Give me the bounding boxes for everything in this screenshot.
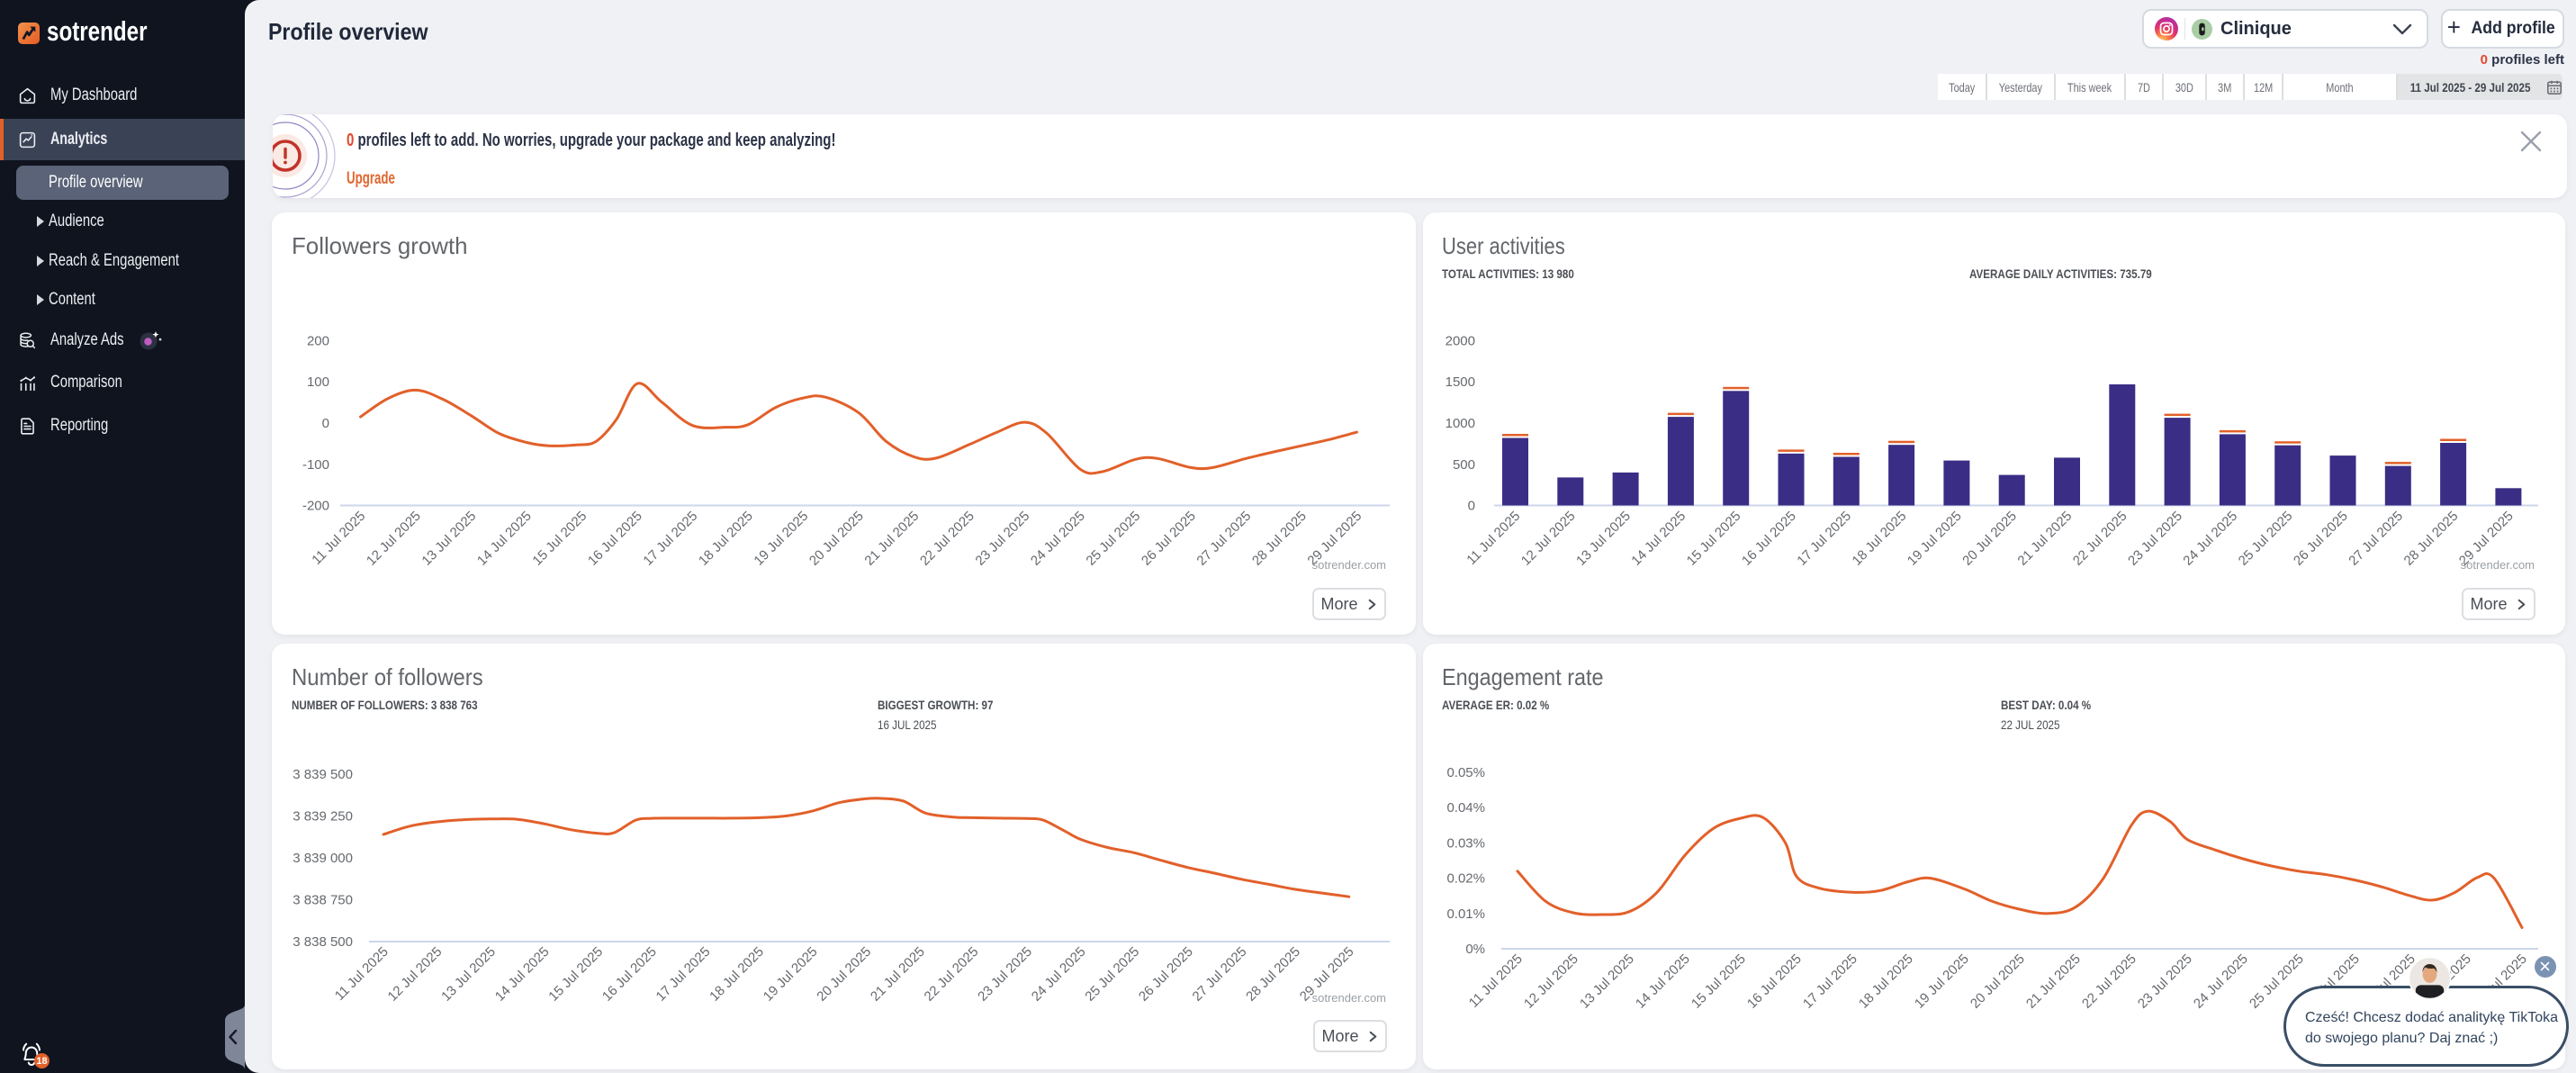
svg-text:17 Jul 2025: 17 Jul 2025: [640, 509, 700, 569]
svg-text:17 Jul 2025: 17 Jul 2025: [653, 944, 714, 1005]
svg-text:23 Jul 2025: 23 Jul 2025: [2135, 951, 2195, 1012]
svg-text:3 839 000: 3 839 000: [293, 851, 353, 866]
svg-text:0.01%: 0.01%: [1446, 906, 1485, 922]
svg-text:26 Jul 2025: 26 Jul 2025: [1139, 509, 1199, 569]
svg-text:1500: 1500: [1446, 374, 1475, 390]
svg-text:27 Jul 2025: 27 Jul 2025: [2346, 509, 2406, 569]
svg-text:15 Jul 2025: 15 Jul 2025: [1684, 509, 1744, 569]
svg-text:24 Jul 2025: 24 Jul 2025: [2191, 951, 2251, 1012]
svg-text:21 Jul 2025: 21 Jul 2025: [2014, 509, 2075, 569]
svg-text:23 Jul 2025: 23 Jul 2025: [975, 944, 1035, 1005]
svg-text:16 Jul 2025: 16 Jul 2025: [585, 509, 645, 569]
svg-text:11 Jul 2025: 11 Jul 2025: [309, 509, 368, 568]
svg-text:21 Jul 2025: 21 Jul 2025: [868, 944, 928, 1005]
svg-text:18 Jul 2025: 18 Jul 2025: [707, 944, 767, 1005]
svg-text:20 Jul 2025: 20 Jul 2025: [1959, 509, 2020, 569]
svg-text:18 Jul 2025: 18 Jul 2025: [696, 509, 756, 569]
svg-text:21 Jul 2025: 21 Jul 2025: [2023, 951, 2084, 1012]
svg-text:24 Jul 2025: 24 Jul 2025: [2180, 509, 2240, 569]
svg-text:11 Jul 2025: 11 Jul 2025: [332, 944, 392, 1004]
svg-text:28 Jul 2025: 28 Jul 2025: [1249, 509, 1310, 569]
svg-text:22 Jul 2025: 22 Jul 2025: [917, 509, 977, 569]
svg-text:12 Jul 2025: 12 Jul 2025: [1518, 509, 1579, 569]
svg-text:3 839 500: 3 839 500: [293, 767, 353, 782]
svg-text:27 Jul 2025: 27 Jul 2025: [1193, 509, 1254, 569]
svg-text:21 Jul 2025: 21 Jul 2025: [861, 509, 922, 569]
svg-text:0.05%: 0.05%: [1446, 765, 1485, 780]
svg-text:23 Jul 2025: 23 Jul 2025: [2125, 509, 2185, 569]
svg-text:-200: -200: [302, 499, 329, 514]
svg-text:17 Jul 2025: 17 Jul 2025: [1794, 509, 1854, 569]
svg-text:1000: 1000: [1446, 416, 1475, 431]
svg-text:-100: -100: [302, 457, 329, 473]
svg-text:17 Jul 2025: 17 Jul 2025: [1800, 951, 1860, 1012]
svg-text:28 Jul 2025: 28 Jul 2025: [2401, 509, 2462, 569]
svg-text:2000: 2000: [1446, 334, 1475, 349]
svg-text:12 Jul 2025: 12 Jul 2025: [1521, 951, 1581, 1012]
svg-text:12 Jul 2025: 12 Jul 2025: [364, 509, 424, 569]
svg-text:20 Jul 2025: 20 Jul 2025: [814, 944, 874, 1005]
svg-text:14 Jul 2025: 14 Jul 2025: [1628, 509, 1689, 569]
svg-text:sotrender.com: sotrender.com: [2461, 558, 2535, 572]
svg-text:15 Jul 2025: 15 Jul 2025: [529, 509, 590, 569]
svg-text:sotrender.com: sotrender.com: [1312, 558, 1386, 572]
svg-text:22 Jul 2025: 22 Jul 2025: [922, 944, 982, 1005]
svg-text:11 Jul 2025: 11 Jul 2025: [1464, 509, 1523, 568]
svg-text:28 Jul 2025: 28 Jul 2025: [1243, 944, 1303, 1005]
svg-text:16 Jul 2025: 16 Jul 2025: [1739, 509, 1799, 569]
svg-text:13 Jul 2025: 13 Jul 2025: [1577, 951, 1637, 1012]
svg-text:25 Jul 2025: 25 Jul 2025: [2236, 509, 2296, 569]
svg-text:0.04%: 0.04%: [1446, 800, 1485, 816]
svg-text:14 Jul 2025: 14 Jul 2025: [1633, 951, 1693, 1012]
svg-text:0: 0: [1468, 499, 1475, 514]
svg-text:16 Jul 2025: 16 Jul 2025: [599, 944, 660, 1005]
svg-text:13 Jul 2025: 13 Jul 2025: [419, 509, 479, 569]
svg-text:19 Jul 2025: 19 Jul 2025: [1905, 509, 1965, 569]
svg-text:25 Jul 2025: 25 Jul 2025: [1083, 509, 1143, 569]
svg-text:11 Jul 2025: 11 Jul 2025: [1466, 951, 1526, 1011]
svg-text:19 Jul 2025: 19 Jul 2025: [761, 944, 821, 1005]
svg-text:22 Jul 2025: 22 Jul 2025: [2079, 951, 2139, 1012]
svg-text:14 Jul 2025: 14 Jul 2025: [474, 509, 535, 569]
svg-text:3 839 250: 3 839 250: [293, 809, 353, 825]
svg-text:26 Jul 2025: 26 Jul 2025: [2291, 509, 2351, 569]
svg-text:26 Jul 2025: 26 Jul 2025: [1136, 944, 1196, 1005]
svg-text:3 838 750: 3 838 750: [293, 893, 353, 908]
svg-text:0%: 0%: [1465, 942, 1485, 957]
svg-text:200: 200: [307, 334, 329, 349]
svg-text:19 Jul 2025: 19 Jul 2025: [1912, 951, 1972, 1012]
svg-text:13 Jul 2025: 13 Jul 2025: [1573, 509, 1634, 569]
svg-text:24 Jul 2025: 24 Jul 2025: [1028, 509, 1088, 569]
svg-text:19 Jul 2025: 19 Jul 2025: [751, 509, 811, 569]
svg-text:20 Jul 2025: 20 Jul 2025: [1968, 951, 2028, 1012]
svg-text:12 Jul 2025: 12 Jul 2025: [385, 944, 446, 1005]
svg-text:18 Jul 2025: 18 Jul 2025: [1856, 951, 1916, 1012]
svg-text:13 Jul 2025: 13 Jul 2025: [438, 944, 499, 1005]
svg-text:15 Jul 2025: 15 Jul 2025: [545, 944, 606, 1005]
svg-text:24 Jul 2025: 24 Jul 2025: [1029, 944, 1089, 1005]
svg-text:27 Jul 2025: 27 Jul 2025: [1190, 944, 1250, 1005]
svg-text:0: 0: [322, 416, 329, 431]
svg-text:16 Jul 2025: 16 Jul 2025: [1744, 951, 1805, 1012]
svg-text:18 Jul 2025: 18 Jul 2025: [1850, 509, 1910, 569]
svg-text:0.03%: 0.03%: [1446, 835, 1485, 851]
svg-text:25 Jul 2025: 25 Jul 2025: [1082, 944, 1142, 1005]
svg-text:100: 100: [307, 374, 329, 390]
svg-text:20 Jul 2025: 20 Jul 2025: [806, 509, 867, 569]
svg-text:sotrender.com: sotrender.com: [1312, 991, 1386, 1005]
svg-text:23 Jul 2025: 23 Jul 2025: [972, 509, 1032, 569]
svg-text:14 Jul 2025: 14 Jul 2025: [492, 944, 553, 1005]
svg-text:500: 500: [1453, 457, 1475, 473]
svg-text:3 838 500: 3 838 500: [293, 934, 353, 950]
svg-text:15 Jul 2025: 15 Jul 2025: [1689, 951, 1749, 1012]
svg-text:0.02%: 0.02%: [1446, 871, 1485, 887]
svg-text:22 Jul 2025: 22 Jul 2025: [2070, 509, 2130, 569]
